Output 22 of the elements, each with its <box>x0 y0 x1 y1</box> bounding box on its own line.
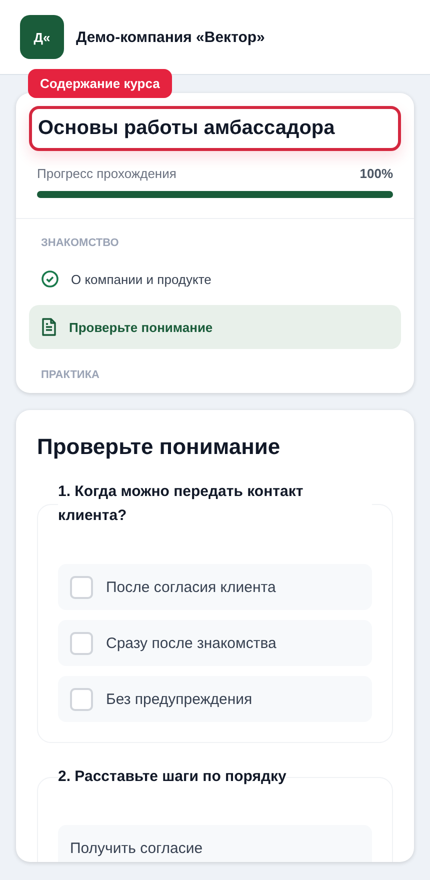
lesson-item[interactable]: О компании и продукте <box>29 257 401 301</box>
progress-label: Прогресс прохождения <box>37 166 176 181</box>
section-tag: Содержание курса <box>28 69 172 98</box>
check-circle-icon <box>41 270 59 288</box>
question-text: 1. Когда можно передать контакт клиента? <box>58 482 304 526</box>
company-name: Демо-компания «Вектор» <box>76 28 265 46</box>
lesson-item[interactable]: Проверьте понимание <box>29 305 401 349</box>
progress-value: 100% <box>360 166 393 181</box>
document-icon <box>41 318 57 336</box>
course-title: Основы работы амбассадора <box>29 106 401 151</box>
answer-option[interactable]: Сразу после знакомства <box>58 620 372 666</box>
section-heading: ПРАКТИКА <box>40 369 100 381</box>
question-text: 2. Расставьте шаги по порядку <box>58 767 286 787</box>
checkbox[interactable] <box>70 688 93 710</box>
answer-option[interactable]: Без предупреждения <box>58 676 372 722</box>
checkbox[interactable] <box>70 576 93 598</box>
checkbox[interactable] <box>70 632 93 654</box>
company-logo: Д« <box>20 15 64 59</box>
section-heading: ЗНАКОМСТВО <box>40 237 120 249</box>
quiz-title: Проверьте понимание <box>37 434 282 460</box>
order-step[interactable]: Получить согласие <box>58 825 372 862</box>
answer-option[interactable]: После согласия клиента <box>58 564 372 610</box>
